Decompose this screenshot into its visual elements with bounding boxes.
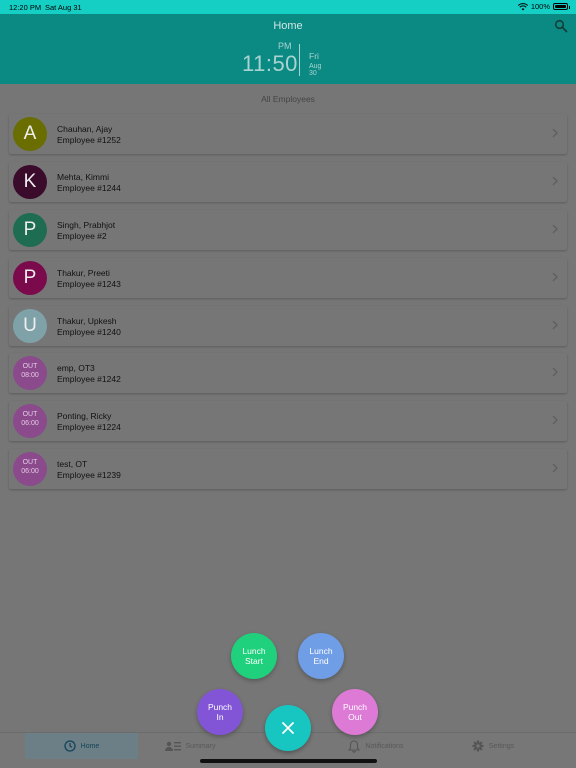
bell-icon bbox=[348, 739, 361, 753]
avatar-initial: K bbox=[23, 171, 37, 192]
avatar-initial: P bbox=[23, 267, 37, 288]
clock-date: Aug 30 bbox=[309, 63, 322, 77]
battery-icon bbox=[553, 3, 570, 10]
out-time: 08:00 bbox=[21, 372, 39, 379]
employee-number: Employee #2 bbox=[57, 231, 107, 241]
employee-name: Singh, Prabhjot bbox=[57, 220, 116, 230]
employee-number: Employee #1243 bbox=[57, 279, 121, 289]
tab-label: Home bbox=[80, 742, 100, 750]
gear-icon bbox=[472, 740, 484, 752]
employee-number: Employee #1244 bbox=[57, 183, 121, 193]
fab-close-button[interactable] bbox=[265, 705, 311, 751]
lunch-end-line1: Lunch bbox=[309, 646, 333, 656]
chevron-right-icon bbox=[552, 224, 558, 234]
punch-out-button[interactable]: Punch Out bbox=[332, 689, 378, 735]
avatar-punched-out: OUT 06:00 bbox=[13, 452, 47, 486]
lunch-start-button[interactable]: Lunch Start bbox=[231, 633, 277, 679]
lunch-start-line2: Start bbox=[245, 656, 263, 666]
punch-in-line2: In bbox=[216, 712, 224, 722]
employee-name: Ponting, Ricky bbox=[57, 411, 112, 421]
punch-in-button[interactable]: Punch In bbox=[197, 689, 243, 735]
chevron-right-icon bbox=[552, 320, 558, 330]
clock-icon bbox=[64, 740, 76, 752]
employee-number: Employee #1224 bbox=[57, 422, 121, 432]
status-bar: 12:20 PM Sat Aug 31 100% bbox=[0, 0, 576, 14]
employee-number: Employee #1242 bbox=[57, 374, 121, 384]
employee-number: Employee #1252 bbox=[57, 135, 121, 145]
avatar: A bbox=[13, 117, 47, 151]
list-item[interactable]: K Mehta, Kimmi Employee #1244 bbox=[9, 162, 567, 202]
avatar: U bbox=[13, 309, 47, 343]
chevron-right-icon bbox=[552, 176, 558, 186]
punch-in-line1: Punch bbox=[207, 702, 233, 712]
employee-name: Thakur, Preeti bbox=[57, 268, 110, 278]
battery-percent: 100% bbox=[530, 2, 550, 11]
list-item[interactable]: U Thakur, Upkesh Employee #1240 bbox=[9, 306, 567, 346]
punch-out-line1: Punch bbox=[342, 702, 368, 712]
list-item[interactable]: A Chauhan, Ajay Employee #1252 bbox=[9, 114, 567, 154]
list-item[interactable]: P Thakur, Preeti Employee #1243 bbox=[9, 258, 567, 298]
clock-day: Fri bbox=[309, 51, 319, 61]
tab-settings[interactable]: Settings bbox=[465, 733, 521, 759]
section-title: All Employees bbox=[261, 94, 315, 104]
header: Home PM 11:50 Fri Aug 30 bbox=[0, 14, 576, 84]
employee-name: Thakur, Upkesh bbox=[57, 316, 117, 326]
chevron-right-icon bbox=[552, 463, 558, 473]
clock-time: 11:50 bbox=[242, 51, 298, 76]
employee-number: Employee #1240 bbox=[57, 327, 121, 337]
punch-out-line2: Out bbox=[348, 712, 362, 722]
employee-name: test, OT bbox=[57, 459, 88, 469]
clock-divider bbox=[299, 44, 300, 76]
avatar: P bbox=[13, 261, 47, 295]
avatar-punched-out: OUT 08:00 bbox=[13, 356, 47, 390]
search-icon[interactable] bbox=[554, 19, 568, 33]
employee-name: Chauhan, Ajay bbox=[57, 124, 113, 134]
avatar-initial: P bbox=[23, 219, 37, 240]
chevron-right-icon bbox=[552, 272, 558, 282]
out-time: 06:00 bbox=[21, 468, 39, 475]
out-label: OUT bbox=[22, 459, 38, 466]
tab-label: Settings bbox=[488, 742, 515, 750]
wifi-icon bbox=[517, 2, 528, 10]
tab-home[interactable]: Home bbox=[25, 733, 138, 759]
avatar-initial: U bbox=[23, 315, 37, 336]
lunch-end-line2: End bbox=[313, 656, 329, 666]
employee-number: Employee #1239 bbox=[57, 470, 121, 480]
list-item[interactable]: OUT 06:00 Ponting, Ricky Employee #1224 bbox=[9, 401, 567, 441]
tab-summary[interactable]: Summary bbox=[160, 733, 220, 759]
chevron-right-icon bbox=[552, 128, 558, 138]
status-date: Sat Aug 31 bbox=[45, 3, 82, 12]
employee-name: emp, OT3 bbox=[57, 363, 95, 373]
chevron-right-icon bbox=[552, 367, 558, 377]
lunch-end-button[interactable]: Lunch End bbox=[298, 633, 344, 679]
out-label: OUT bbox=[22, 363, 38, 370]
out-time: 06:00 bbox=[21, 420, 39, 427]
employee-name: Mehta, Kimmi bbox=[57, 172, 109, 182]
home-indicator bbox=[200, 759, 377, 763]
avatar: K bbox=[13, 165, 47, 199]
avatar-initial: A bbox=[23, 123, 37, 144]
list-item[interactable]: P Singh, Prabhjot Employee #2 bbox=[9, 210, 567, 250]
status-time: 12:20 PM bbox=[9, 3, 42, 12]
list-item[interactable]: OUT 08:00 emp, OT3 Employee #1242 bbox=[9, 353, 567, 393]
tab-notifications[interactable]: Notifications bbox=[340, 733, 412, 759]
out-label: OUT bbox=[22, 411, 38, 418]
summary-icon bbox=[164, 741, 181, 751]
list-item[interactable]: OUT 06:00 test, OT Employee #1239 bbox=[9, 449, 567, 489]
avatar-punched-out: OUT 06:00 bbox=[13, 404, 47, 438]
lunch-start-line1: Lunch bbox=[242, 646, 266, 656]
page-title: Home bbox=[273, 20, 303, 32]
clock-ampm: PM bbox=[278, 41, 292, 51]
tab-label: Notifications bbox=[365, 742, 404, 750]
tab-label: Summary bbox=[185, 742, 216, 750]
status-right: 100% bbox=[517, 2, 570, 11]
close-icon bbox=[282, 722, 294, 734]
avatar: P bbox=[13, 213, 47, 247]
chevron-right-icon bbox=[552, 415, 558, 425]
